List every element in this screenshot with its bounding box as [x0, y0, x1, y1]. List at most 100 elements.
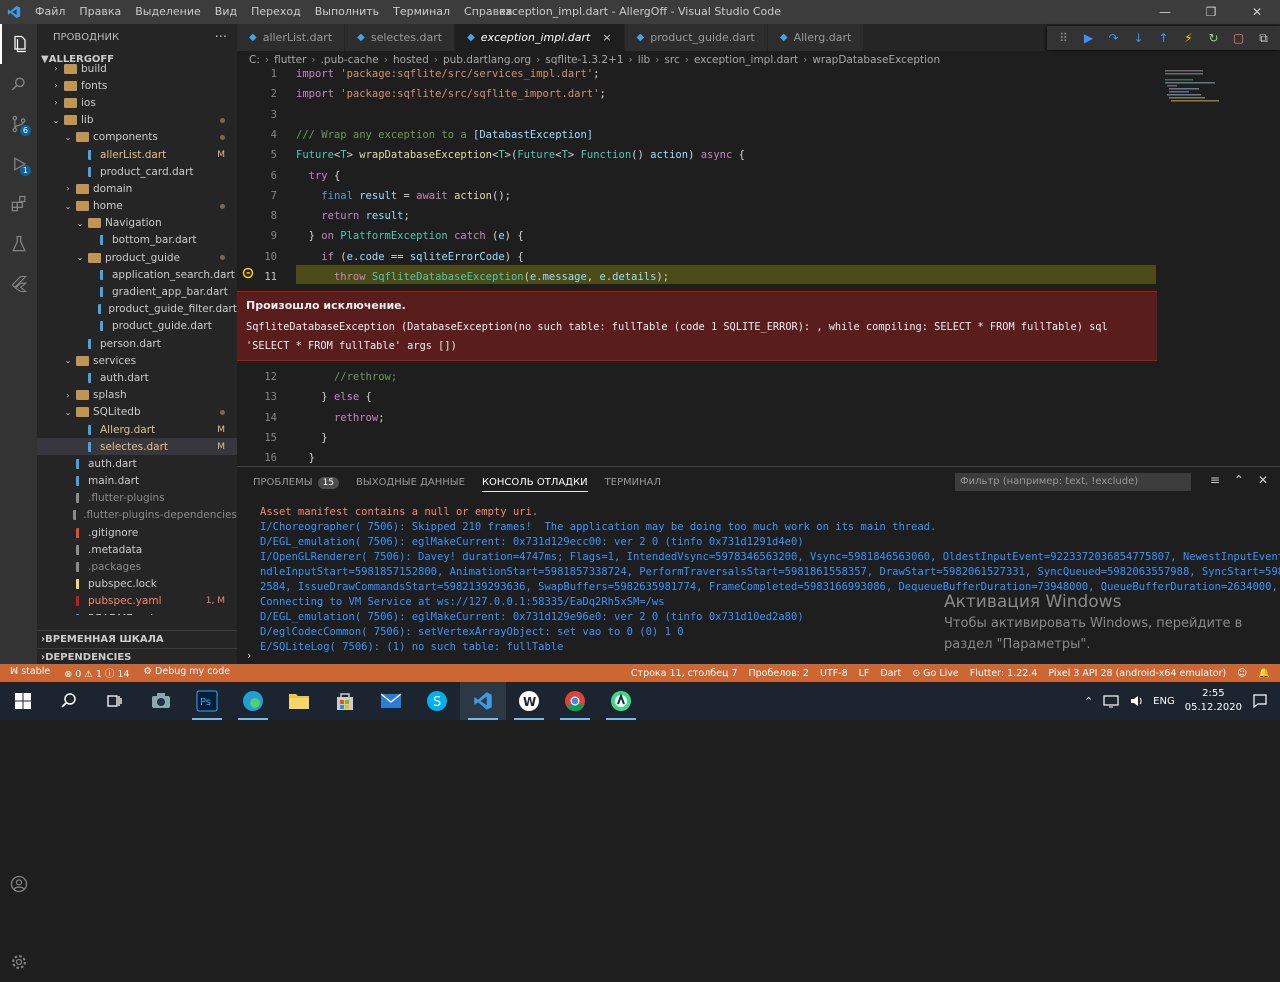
tree-file[interactable]: product_guide.dart — [37, 318, 237, 335]
tree-file[interactable]: auth.dart — [37, 455, 237, 472]
restart-button[interactable]: ↻ — [1201, 31, 1226, 45]
extensions-button[interactable] — [0, 184, 37, 224]
tree-folder[interactable]: ⌄ services — [37, 352, 237, 369]
status-item-right[interactable]: Flutter: 1.22.4 — [970, 668, 1038, 679]
tree-file[interactable]: pubspec.lock — [37, 576, 237, 593]
tree-file[interactable]: product_card.dart — [37, 163, 237, 180]
panel-tab[interactable]: КОНСОЛЬ ОТЛАДКИ — [481, 477, 588, 492]
menu-item[interactable]: Выделение — [128, 0, 208, 24]
status-item-right[interactable]: ☺ — [1237, 668, 1247, 679]
tree-file[interactable]: Allerg.dart M — [37, 421, 237, 438]
task-view-button[interactable] — [92, 682, 138, 720]
tree-folder[interactable]: ⌄ SQLitedb — [37, 404, 237, 421]
tree-file[interactable]: .packages — [37, 558, 237, 575]
testing-button[interactable] — [0, 224, 37, 264]
status-item-right[interactable]: Dart — [880, 668, 901, 679]
editor-tab[interactable]: ◆ exception_impl.dart × — [455, 24, 625, 51]
chrome-button[interactable] — [552, 682, 598, 720]
tree-folder[interactable]: ⌄ Navigation — [37, 215, 237, 232]
breadcrumb-item[interactable]: C: — [249, 54, 260, 66]
tree-file[interactable]: application_search.dart — [37, 266, 237, 283]
editor-tab[interactable]: ◆ Allerg.dart — [767, 24, 865, 51]
breadcrumb-item[interactable]: exception_impl.dart — [694, 54, 798, 66]
volume-icon[interactable] — [1129, 694, 1143, 708]
taskbar-search-button[interactable] — [46, 682, 92, 720]
edge-browser-button[interactable] — [230, 682, 276, 720]
file-explorer-button[interactable] — [276, 682, 322, 720]
tree-folder[interactable]: ⌄ home — [37, 198, 237, 215]
breadcrumb-item[interactable]: flutter — [274, 54, 306, 66]
breadcrumb-item[interactable]: lib — [638, 54, 651, 66]
status-item-right[interactable]: Строка 11, столбец 7 — [631, 668, 738, 679]
run-debug-button[interactable]: 1 — [0, 144, 37, 184]
panel-tab[interactable]: ВЫХОДНЫЕ ДАННЫЕ — [356, 477, 465, 488]
minimize-button[interactable]: — — [1142, 0, 1188, 24]
status-item-right[interactable]: LF — [859, 668, 870, 679]
tree-file[interactable]: main.dart — [37, 473, 237, 490]
step-into-button[interactable]: ↓ — [1126, 31, 1151, 45]
status-item-right[interactable]: Pixel 3 API 28 (android-x64 emulator) — [1048, 668, 1226, 679]
stop-button[interactable]: ▢ — [1226, 31, 1251, 45]
tree-folder[interactable]: › build — [37, 60, 237, 77]
chevron-up-icon[interactable]: ⌃ — [1084, 695, 1093, 708]
minimap[interactable] — [1157, 68, 1280, 466]
clear-console-button[interactable]: ≡ — [1210, 473, 1220, 487]
continue-button[interactable]: ▶ — [1076, 31, 1101, 45]
tree-file[interactable]: product_guide_filter.dart — [37, 301, 237, 318]
tree-file[interactable]: auth.dart — [37, 369, 237, 386]
tree-file[interactable]: .gitignore — [37, 524, 237, 541]
source-control-button[interactable]: 6 — [0, 104, 37, 144]
menu-item[interactable]: Справка — [457, 0, 519, 24]
menu-item[interactable]: Выполнить — [308, 0, 386, 24]
menu-item[interactable]: Файл — [28, 0, 72, 24]
tree-file[interactable]: pubspec.yaml 1, M — [37, 593, 237, 610]
tree-folder[interactable]: ⌄ components — [37, 129, 237, 146]
flutter-outline-button[interactable] — [0, 264, 37, 304]
drag-handle[interactable]: ⠿ — [1051, 31, 1076, 45]
maximize-panel-button[interactable]: ⌃ — [1234, 473, 1244, 487]
breadcrumb-item[interactable]: wrapDatabaseException — [812, 54, 940, 66]
mail-button[interactable] — [368, 682, 414, 720]
close-window-button[interactable]: ✕ — [1234, 0, 1280, 24]
menu-item[interactable]: Вид — [208, 0, 244, 24]
tree-file[interactable]: person.dart — [37, 335, 237, 352]
menu-item[interactable]: Правка — [72, 0, 128, 24]
hot-reload-button[interactable]: ⚡ — [1176, 31, 1201, 45]
maximize-button[interactable]: ❐ — [1188, 0, 1234, 24]
network-icon[interactable] — [1103, 694, 1119, 708]
skype-button[interactable]: S — [414, 682, 460, 720]
close-tab-icon[interactable]: × — [602, 31, 611, 44]
console-filter-input[interactable]: Фильтр (например: text, !exclude) — [955, 473, 1191, 491]
editor-tab[interactable]: ◆ selectes.dart — [345, 24, 456, 51]
breadcrumb-item[interactable]: pub.dartlang.org — [443, 54, 531, 66]
tree-folder[interactable]: › ios — [37, 94, 237, 111]
android-studio-button[interactable] — [598, 682, 644, 720]
status-item-right[interactable]: UTF-8 — [820, 668, 848, 679]
tree-folder[interactable]: ⌄ product_guide — [37, 249, 237, 266]
breadcrumb-item[interactable]: sqflite-1.3.2+1 — [545, 54, 623, 66]
tree-folder[interactable]: › fonts — [37, 77, 237, 94]
manage-button[interactable] — [0, 942, 37, 982]
close-panel-button[interactable]: ✕ — [1258, 473, 1268, 487]
editor-tab[interactable]: ◆ product_guide.dart — [624, 24, 768, 51]
console-input-prompt[interactable]: › — [247, 649, 251, 662]
tree-file[interactable]: README.md — [37, 610, 237, 615]
tree-folder[interactable]: › domain — [37, 180, 237, 197]
step-out-button[interactable]: ↑ — [1151, 31, 1176, 45]
step-over-button[interactable]: ↷ — [1101, 31, 1126, 45]
tree-file[interactable]: .flutter-plugins — [37, 490, 237, 507]
more-actions-button[interactable]: ··· — [215, 30, 227, 45]
timeline-section[interactable]: › ВРЕМЕННАЯ ШКАЛА — [37, 630, 237, 648]
status-item-left[interactable]: ꟽ stable — [10, 666, 50, 680]
devtools-button[interactable]: ⧉ — [1251, 31, 1276, 46]
breadcrumb-item[interactable]: .pub-cache — [321, 54, 379, 66]
search-button[interactable] — [0, 64, 37, 104]
breadcrumb-item[interactable]: src — [664, 54, 679, 66]
status-item-left[interactable]: ⚙ Debug my code — [144, 666, 231, 680]
camera-app-button[interactable] — [138, 682, 184, 720]
status-item-right[interactable]: ⊙ Go Live — [912, 668, 959, 679]
photoshop-button[interactable]: Ps — [184, 682, 230, 720]
clock[interactable]: 2:55 05.12.2020 — [1185, 687, 1242, 715]
start-button[interactable] — [0, 682, 46, 720]
status-item-left[interactable]: ⊗ 0 ⚠ 1 ⓘ 14 — [64, 666, 129, 680]
